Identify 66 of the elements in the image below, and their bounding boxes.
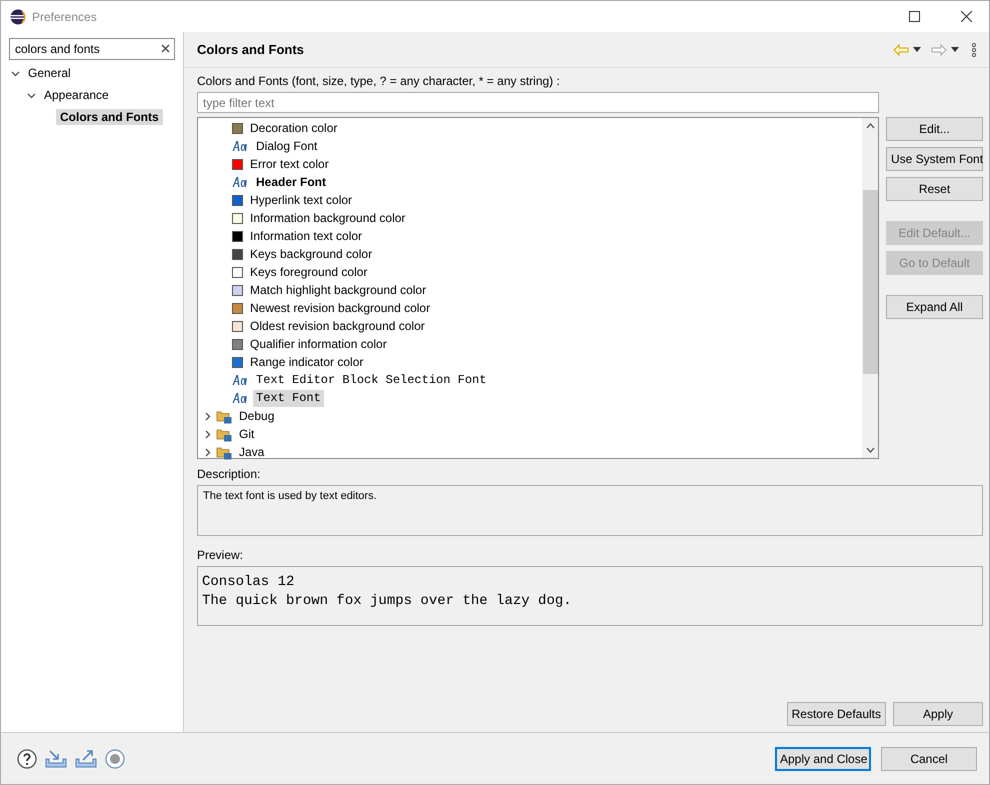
dialog-button[interactable]: Apply and Close bbox=[775, 746, 871, 770]
record-icon[interactable] bbox=[105, 748, 125, 768]
preview-text: The quick brown fox jumps over the lazy dog. bbox=[202, 592, 573, 611]
side-button[interactable]: Reset bbox=[886, 177, 983, 201]
chevron-down-icon[interactable] bbox=[27, 90, 36, 100]
scroll-up-icon[interactable] bbox=[866, 123, 874, 129]
chevron-right-icon[interactable] bbox=[203, 412, 212, 420]
import-icon[interactable] bbox=[45, 748, 67, 768]
help-icon[interactable] bbox=[17, 748, 37, 768]
folder-icon bbox=[216, 444, 232, 460]
filter-label: Colors and Fonts (font, size, type, ? = any character, * = any string) : bbox=[197, 74, 561, 88]
tree-item[interactable]: Appearance bbox=[40, 87, 113, 103]
maximize-icon bbox=[908, 11, 920, 22]
tree-item[interactable]: Keys foreground color bbox=[247, 264, 370, 280]
chevron-down-icon[interactable] bbox=[11, 68, 20, 78]
app-logo-icon bbox=[10, 8, 26, 24]
dialog-button[interactable]: Cancel bbox=[881, 746, 977, 770]
tree-item[interactable]: Debug bbox=[236, 408, 278, 424]
tree-item[interactable]: Hyperlink text color bbox=[247, 192, 356, 208]
tree-item[interactable]: Newest revision background color bbox=[247, 300, 434, 316]
font-icon bbox=[232, 140, 249, 152]
dropdown-icon[interactable] bbox=[913, 47, 921, 52]
chevron-right-icon[interactable] bbox=[203, 430, 212, 438]
filter-field[interactable]: type filter text bbox=[197, 92, 879, 113]
tree-item[interactable]: Colors and Fonts bbox=[56, 109, 163, 125]
dropdown-icon[interactable] bbox=[951, 47, 959, 52]
tree-item[interactable]: Text Font bbox=[253, 390, 324, 406]
font-icon bbox=[232, 176, 249, 188]
tree-item[interactable]: Oldest revision background color bbox=[247, 318, 428, 334]
tree-item[interactable]: Dialog Font bbox=[253, 138, 320, 154]
tree-item[interactable]: Qualifier information color bbox=[247, 336, 390, 352]
scroll-down-icon[interactable] bbox=[866, 447, 874, 453]
folder-icon bbox=[216, 408, 232, 424]
tree-item[interactable]: Keys background color bbox=[247, 246, 376, 262]
page-title: Colors and Fonts bbox=[197, 42, 304, 57]
tree-item[interactable]: Information text color bbox=[247, 228, 366, 244]
preview-label: Preview: bbox=[197, 548, 244, 562]
tree-item[interactable]: Header Font bbox=[253, 174, 330, 190]
preview-text: Consolas 12 bbox=[202, 573, 296, 592]
font-icon bbox=[232, 374, 249, 386]
tree-item[interactable]: General bbox=[24, 65, 75, 81]
chevron-right-icon[interactable] bbox=[203, 448, 212, 456]
description-text: The text font is used by text editors. bbox=[197, 485, 983, 536]
description-label: Description: bbox=[197, 467, 262, 481]
page-button[interactable]: Restore Defaults bbox=[786, 702, 886, 726]
tree-item[interactable]: Information background color bbox=[247, 210, 408, 226]
export-icon[interactable] bbox=[75, 748, 97, 768]
search-field[interactable]: colors and fonts bbox=[9, 38, 175, 60]
window-title: Preferences bbox=[32, 10, 97, 24]
side-button[interactable]: Use System Font bbox=[886, 147, 983, 171]
tree-item[interactable]: Decoration color bbox=[247, 120, 340, 136]
folder-icon bbox=[216, 426, 232, 442]
page-button[interactable]: Apply bbox=[893, 702, 983, 726]
tree-item[interactable]: Error text color bbox=[247, 156, 332, 172]
more-icon[interactable] bbox=[971, 42, 977, 56]
tree-item[interactable]: Git bbox=[236, 426, 258, 442]
clear-icon[interactable] bbox=[161, 44, 170, 53]
tree-item[interactable]: Java bbox=[236, 444, 268, 460]
font-icon bbox=[232, 392, 249, 404]
tree-item[interactable]: Match highlight background color bbox=[247, 282, 430, 298]
side-button[interactable]: Edit... bbox=[886, 117, 983, 141]
tree-item[interactable]: Text Editor Block Selection Font bbox=[253, 372, 490, 388]
tree-item[interactable]: Range indicator color bbox=[247, 354, 366, 370]
scrollbar[interactable] bbox=[862, 118, 878, 458]
close-icon bbox=[960, 11, 972, 22]
side-button[interactable]: Expand All bbox=[886, 295, 983, 319]
